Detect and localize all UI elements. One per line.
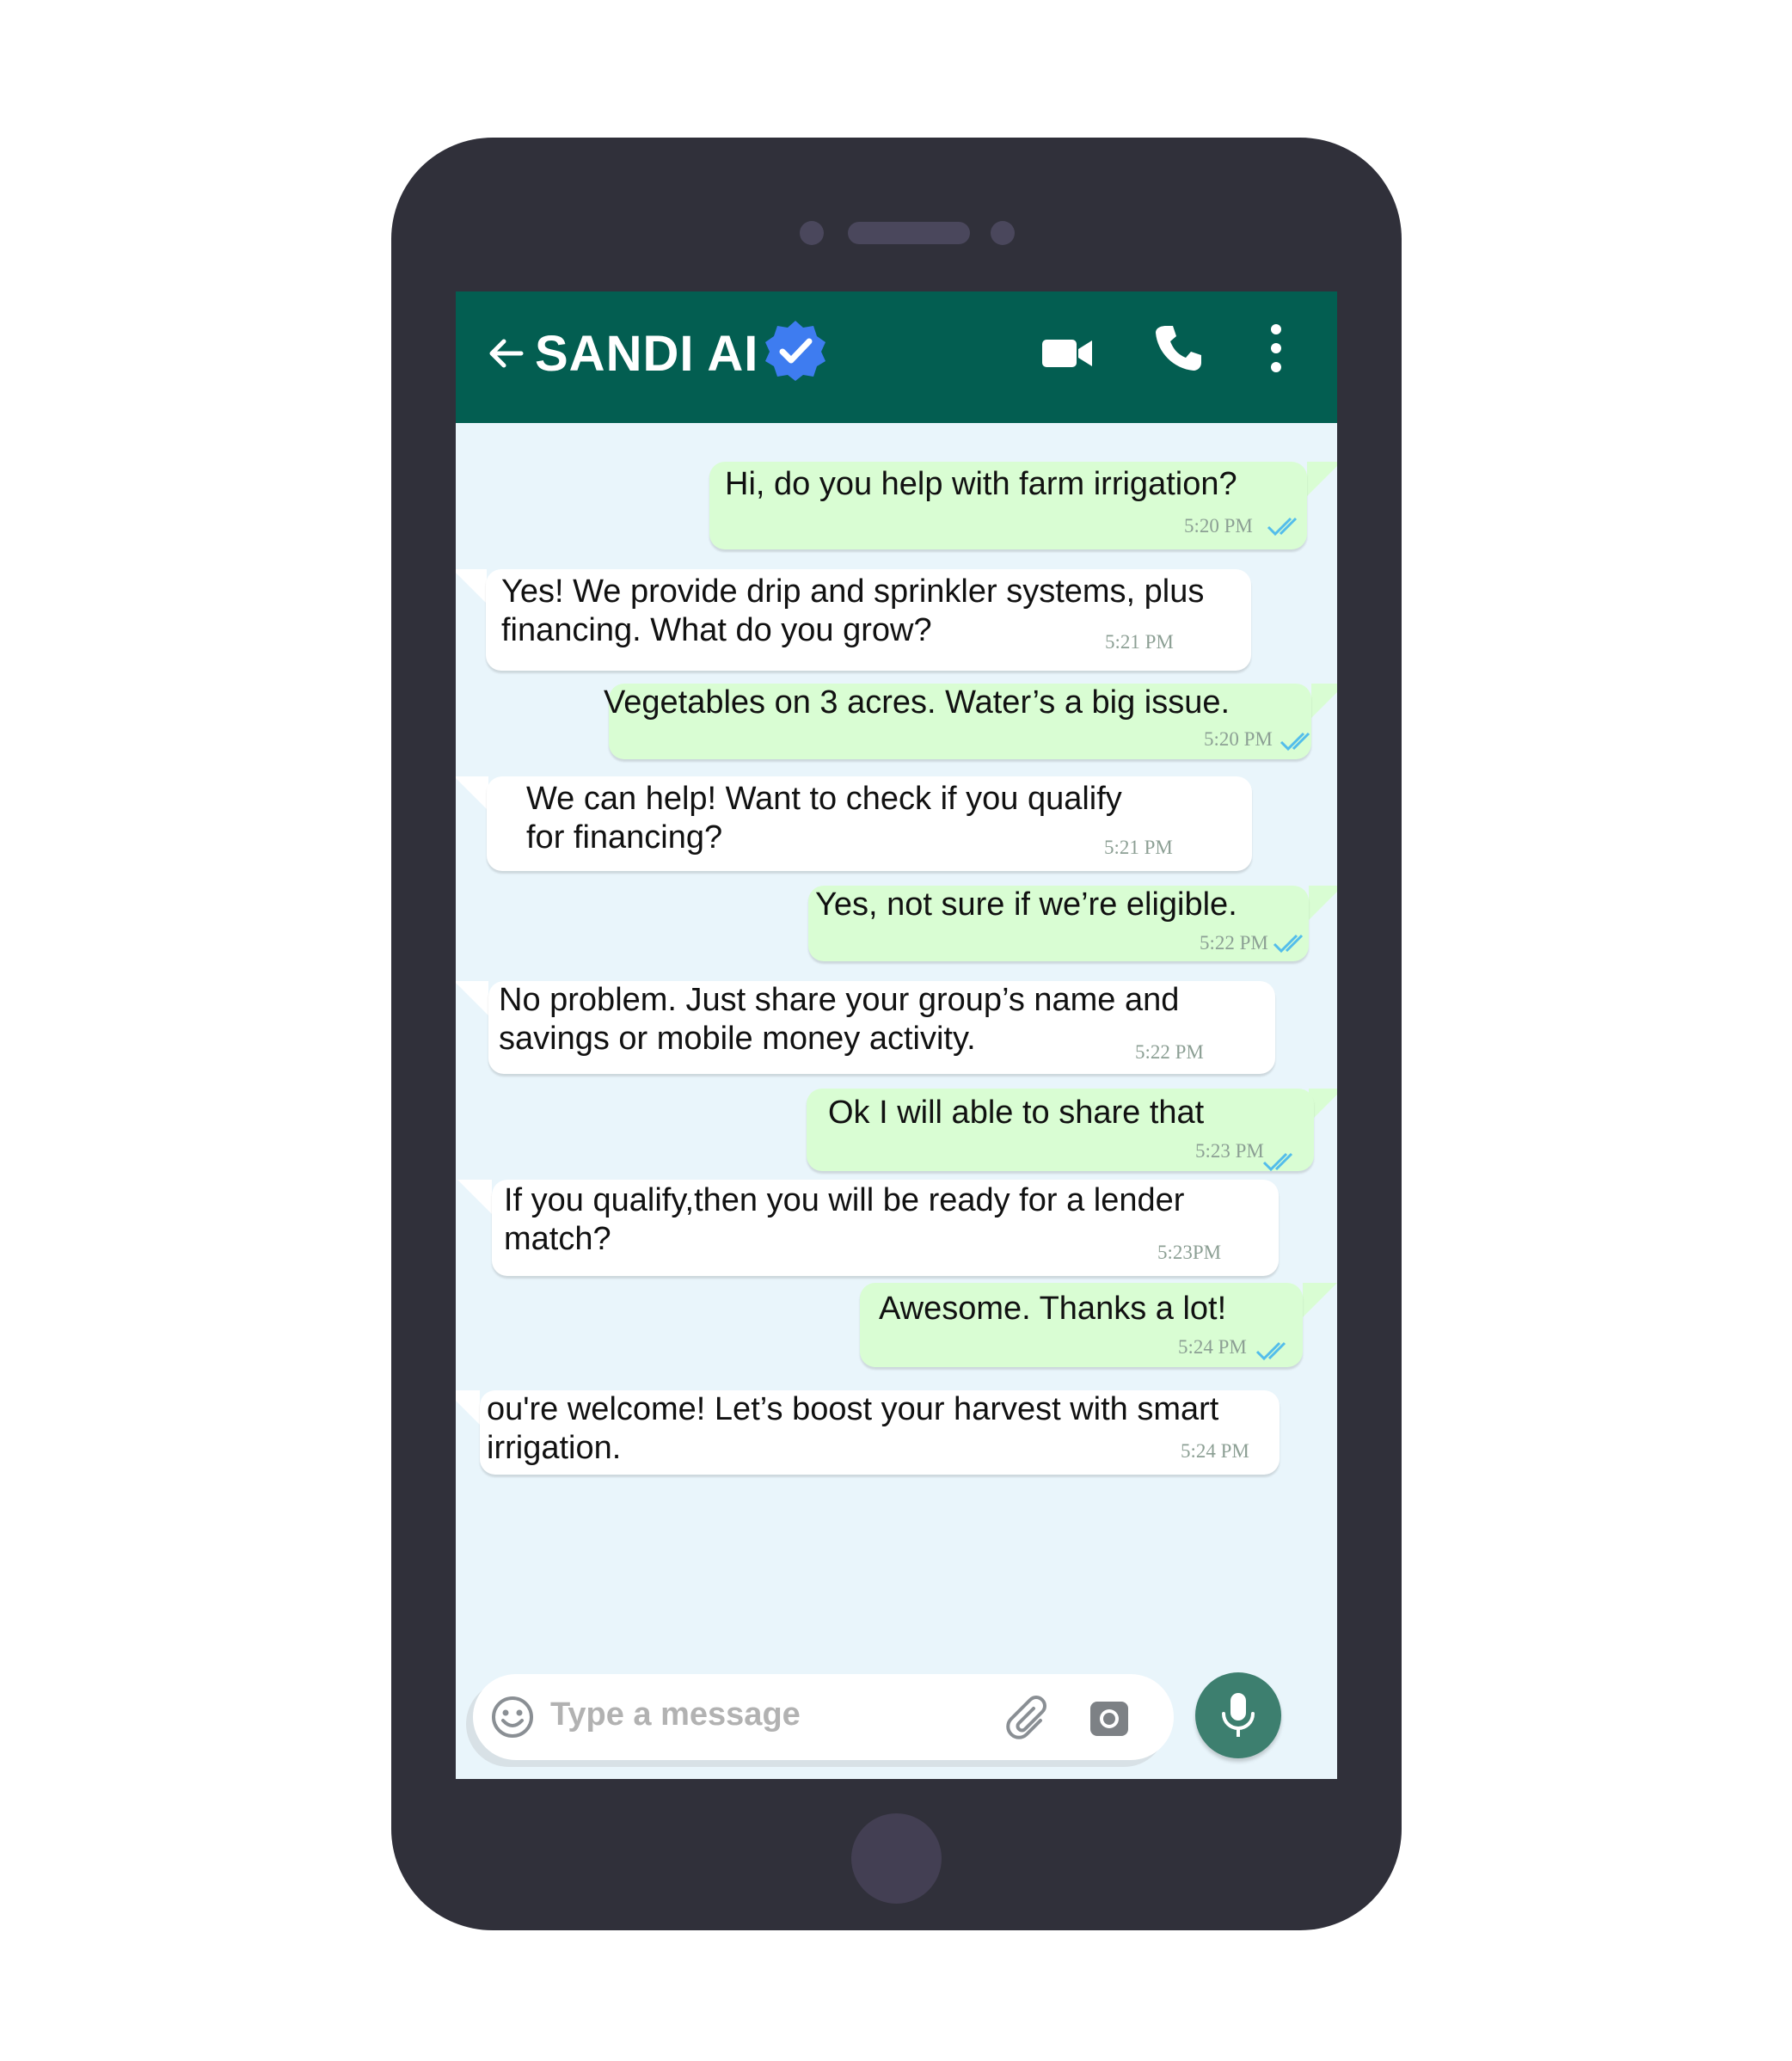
message-outgoing[interactable]: Vegetables on 3 acres. Water’s a big iss… — [604, 684, 1311, 759]
message-outgoing[interactable]: Awesome. Thanks a lot! 5:24 PM — [860, 1283, 1303, 1367]
message-text: Yes! We provide drip and sprinkler syste… — [501, 574, 1205, 648]
more-options-icon[interactable] — [1264, 322, 1288, 374]
attach-icon[interactable] — [1006, 1695, 1052, 1741]
message-text: Yes, not sure if we’re eligible. — [815, 886, 1237, 923]
home-button[interactable] — [851, 1813, 942, 1904]
emoji-icon[interactable] — [490, 1695, 535, 1739]
message-input-placeholder[interactable]: Type a message — [550, 1696, 801, 1733]
bubble-tail — [456, 1390, 480, 1425]
message-incoming[interactable]: If you qualify,then you will be ready fo… — [492, 1180, 1279, 1276]
message-incoming[interactable]: ou're welcome! Let’s boost your harvest … — [480, 1390, 1280, 1475]
message-text: We can help! Want to check if you qualif… — [526, 781, 1122, 856]
chat-screen: SANDI AI Hi, do you help with farm irrig… — [456, 291, 1337, 1779]
double-check-icon — [1273, 934, 1304, 954]
mic-icon — [1222, 1693, 1255, 1737]
message-composer[interactable]: Type a message — [473, 1674, 1174, 1760]
bubble-tail — [1309, 886, 1337, 920]
double-check-icon — [1255, 1341, 1286, 1361]
message-time: 5:24 PM — [1178, 1336, 1247, 1358]
message-time: 5:20 PM — [1184, 515, 1253, 537]
message-time: 5:21 PM — [1105, 631, 1174, 653]
message-time: 5:20 PM — [1204, 728, 1273, 750]
mic-button[interactable] — [1195, 1672, 1281, 1758]
message-text: No problem. Just share your group’s name… — [499, 982, 1180, 1057]
contact-name[interactable]: SANDI AI — [535, 321, 758, 388]
double-check-icon — [1280, 732, 1310, 751]
message-incoming[interactable]: Yes! We provide drip and sprinkler syste… — [486, 569, 1251, 671]
chat-header: SANDI AI — [456, 291, 1337, 423]
camera-icon[interactable] — [1088, 1696, 1131, 1739]
double-check-icon — [1267, 517, 1298, 537]
message-text: ou're welcome! Let’s boost your harvest … — [487, 1391, 1219, 1466]
message-outgoing[interactable]: Ok I will able to share that 5:23 PM — [807, 1089, 1314, 1172]
bubble-tail — [456, 776, 488, 811]
message-text: Vegetables on 3 acres. Water’s a big iss… — [604, 684, 1230, 721]
message-time: 5:22 PM — [1200, 932, 1268, 954]
message-incoming[interactable]: No problem. Just share your group’s name… — [488, 981, 1275, 1074]
double-check-icon — [1262, 1152, 1293, 1172]
message-text: Hi, do you help with farm irrigation? — [725, 466, 1237, 502]
message-text: Ok I will able to share that — [828, 1095, 1205, 1131]
bubble-tail — [1311, 684, 1337, 718]
message-text: If you qualify,then you will be ready fo… — [504, 1182, 1185, 1257]
message-time: 5:23 PM — [1195, 1140, 1264, 1162]
bubble-tail — [456, 569, 487, 604]
verified-badge-icon — [765, 321, 825, 381]
earpiece-speaker — [848, 222, 970, 244]
phone-call-icon[interactable] — [1152, 322, 1204, 374]
front-camera-dot — [800, 221, 824, 245]
bubble-tail — [1307, 462, 1337, 496]
bubble-tail — [456, 981, 488, 1015]
message-time: 5:21 PM — [1104, 837, 1173, 858]
bubble-tail — [457, 1180, 492, 1214]
message-time: 5:22 PM — [1135, 1041, 1204, 1063]
bubble-tail — [1303, 1283, 1337, 1317]
message-incoming[interactable]: We can help! Want to check if you qualif… — [487, 776, 1252, 871]
message-outgoing[interactable]: Yes, not sure if we’re eligible. 5:22 PM — [808, 886, 1309, 961]
sensor-dot — [991, 221, 1015, 245]
back-arrow-icon[interactable] — [487, 334, 525, 372]
message-text: Awesome. Thanks a lot! — [879, 1291, 1227, 1327]
message-time: 5:23PM — [1157, 1242, 1222, 1263]
message-outgoing[interactable]: Hi, do you help with farm irrigation? 5:… — [709, 462, 1307, 549]
message-time: 5:24 PM — [1181, 1440, 1249, 1462]
video-call-icon[interactable] — [1040, 326, 1095, 381]
